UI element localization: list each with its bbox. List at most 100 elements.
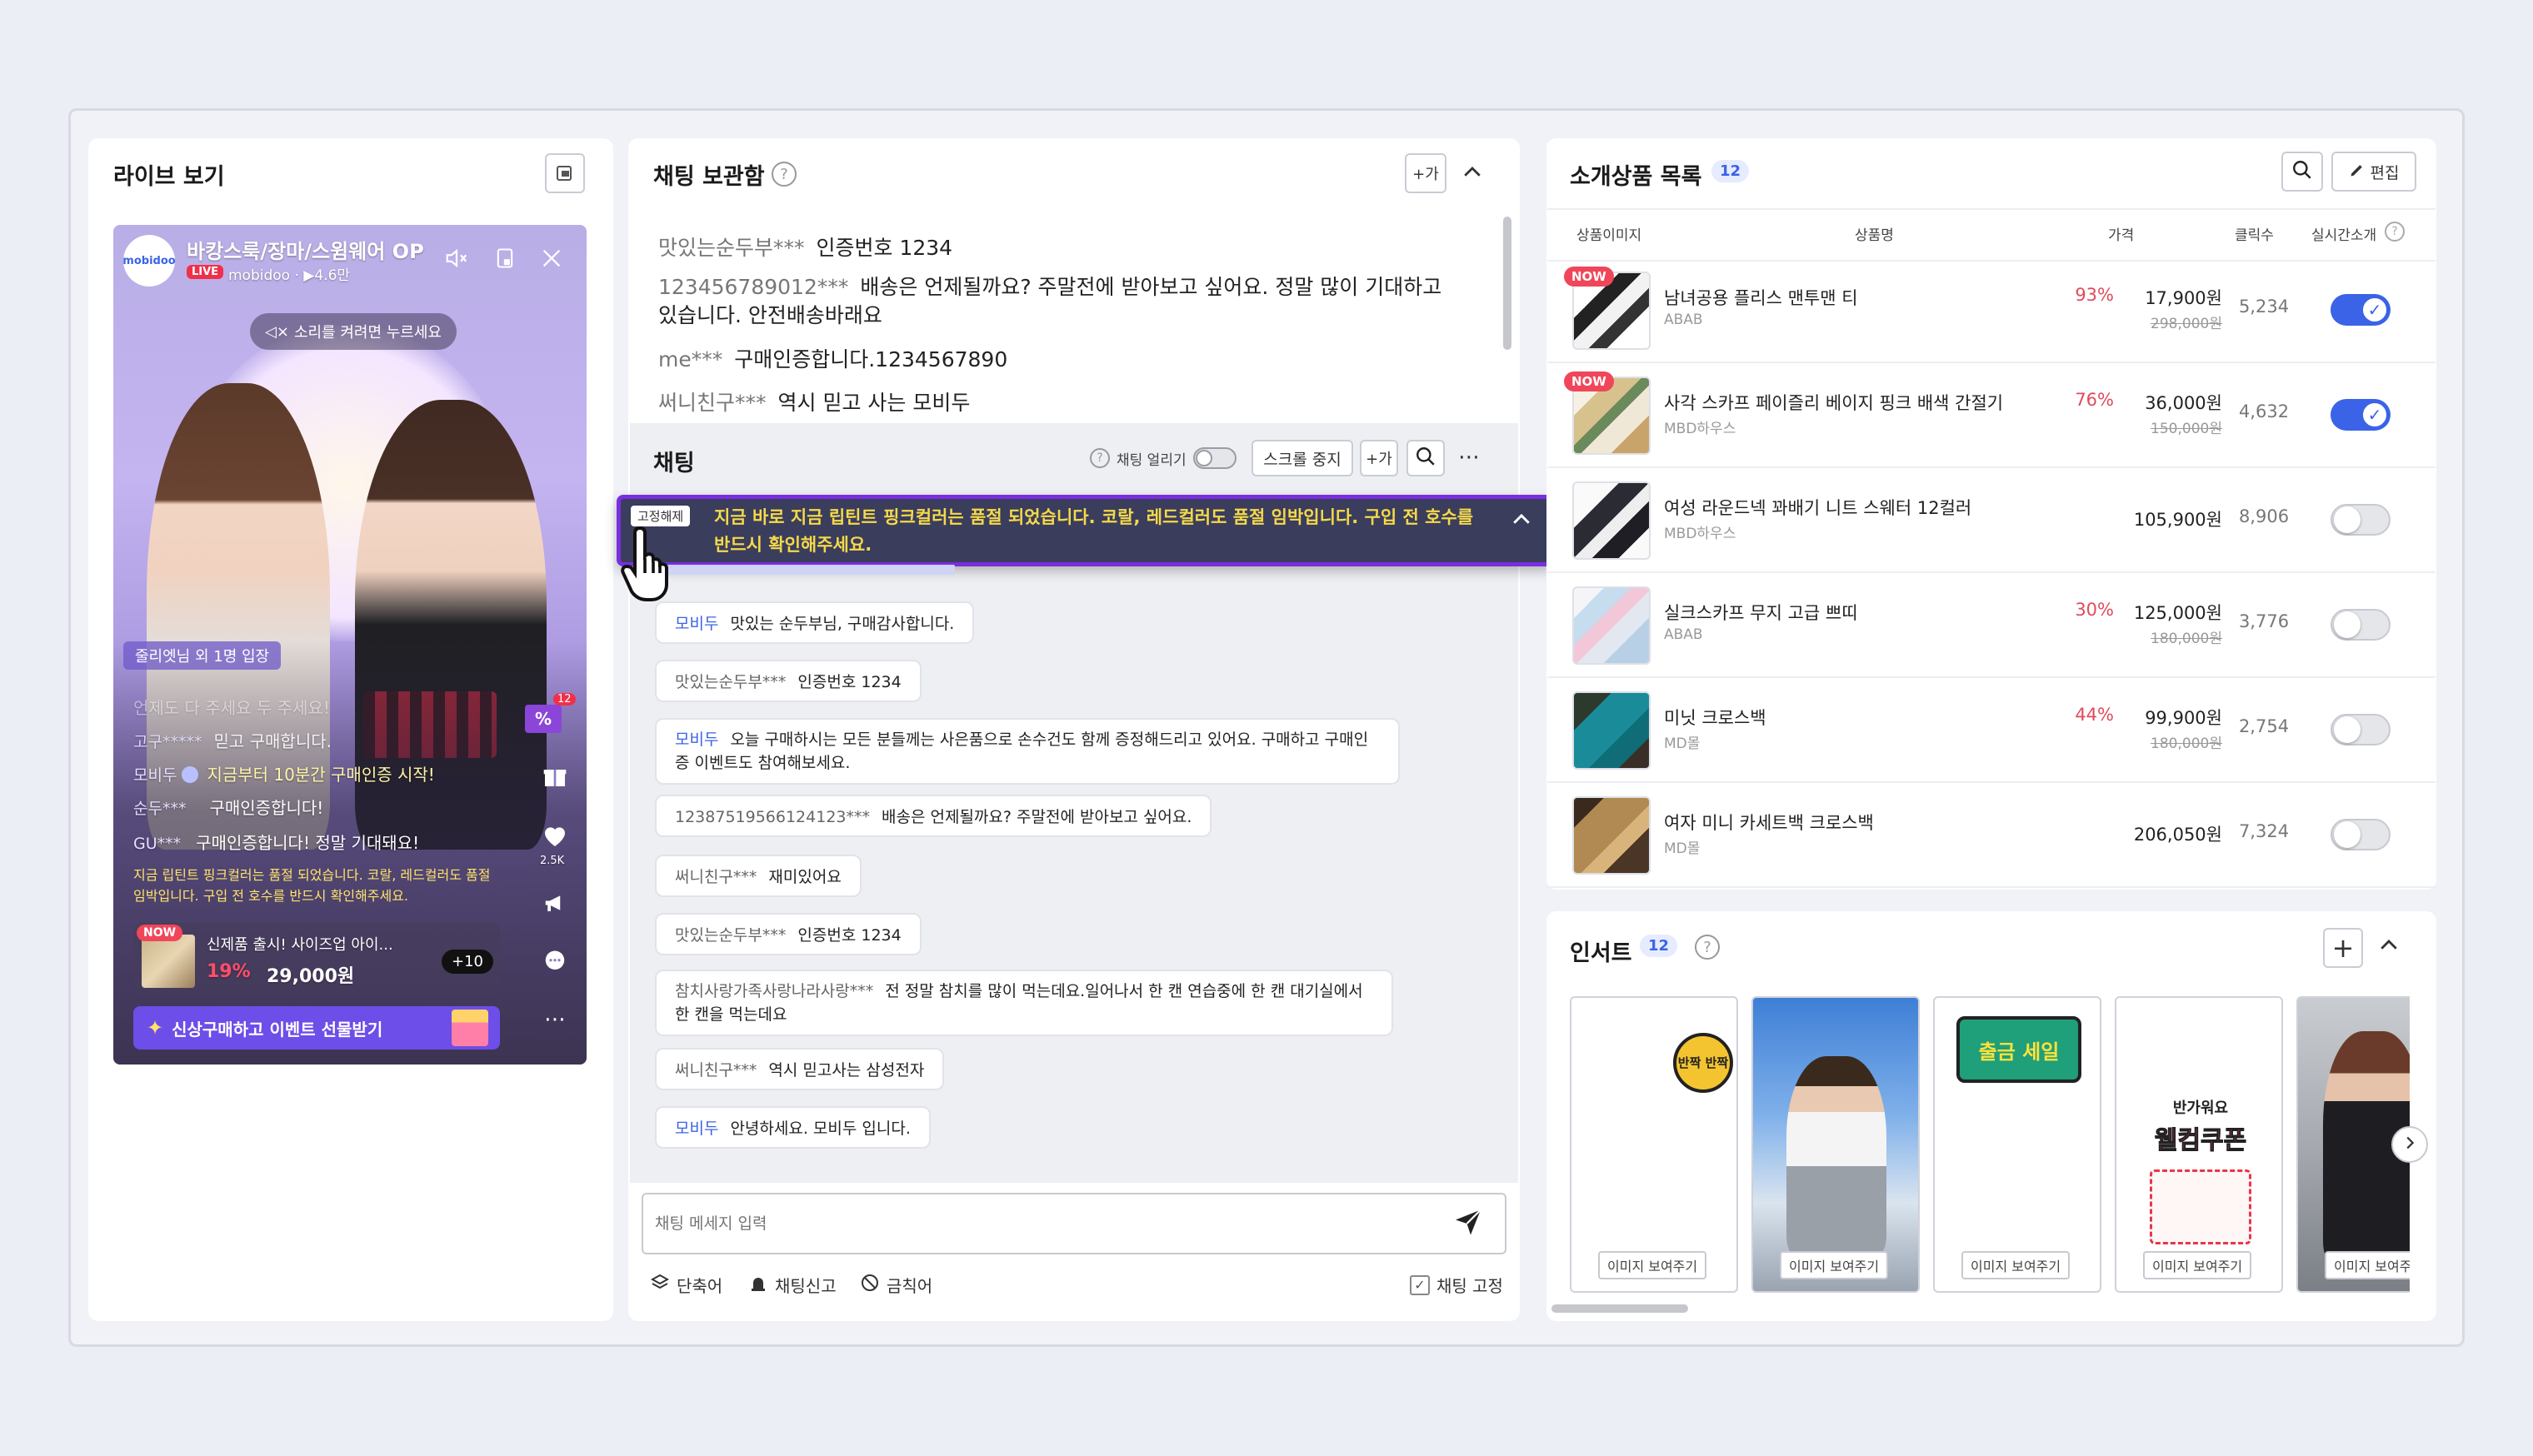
- live-intro-toggle[interactable]: [2331, 609, 2391, 641]
- product-seller: ABAB: [1664, 626, 1703, 643]
- popout-button[interactable]: [545, 153, 585, 193]
- live-intro-toggle[interactable]: ✓: [2331, 399, 2391, 431]
- product-name: 실크스카프 무지 고급 쁘띠: [1664, 603, 1858, 623]
- insert-card[interactable]: 반가워요 웰컴쿠폰 이미지 보여주기: [2115, 996, 2283, 1293]
- chat-search-button[interactable]: [1406, 440, 1445, 476]
- insert-card[interactable]: 반짝 반짝 이미지 보여주기: [1570, 996, 1738, 1293]
- chevron-right-icon: [2401, 1134, 2419, 1155]
- live-product-discount: 19%: [207, 961, 251, 982]
- live-product-card[interactable]: NOW 신제품 출시! 사이즈업 아이... 19% 29,000원 +10: [133, 923, 500, 996]
- live-intro-toggle[interactable]: [2331, 714, 2391, 745]
- collapse-archive-icon[interactable]: [1460, 160, 1490, 190]
- live-meta: mobidoo · ▶4.6만: [228, 267, 351, 284]
- shortcut-button[interactable]: 단축어: [650, 1273, 722, 1297]
- chat-font-size-button[interactable]: +가: [1360, 440, 1398, 476]
- collapse-pinned-icon[interactable]: [1509, 507, 1537, 536]
- plus-icon: +: [2331, 932, 2355, 964]
- coupon-ticket: [2150, 1169, 2251, 1244]
- live-chat-line: 순두*** 구매인증합니다!: [133, 798, 324, 818]
- help-icon[interactable]: ?: [772, 162, 797, 187]
- product-name: 남녀공용 플리스 맨투맨 티: [1664, 288, 1858, 308]
- channel-logo[interactable]: mobidoo: [122, 235, 176, 287]
- chat-more-icon[interactable]: ⋯: [1458, 445, 1480, 470]
- channel-name: 바캉스룩/장마/스윔웨어 OP: [187, 240, 424, 263]
- pencil-icon: [2349, 162, 2366, 182]
- scroll-stop-button[interactable]: 스크롤 중지: [1252, 440, 1353, 476]
- add-insert-button[interactable]: +: [2323, 928, 2363, 968]
- gift-box-icon[interactable]: [537, 758, 573, 795]
- product-image: [1572, 586, 1651, 665]
- now-badge: NOW: [1564, 267, 1614, 287]
- insert-next-button[interactable]: [2391, 1126, 2428, 1163]
- product-seller: MBD하우스: [1664, 421, 1736, 437]
- live-product-title: 신제품 출시! 사이즈업 아이...: [207, 936, 393, 954]
- report-button[interactable]: 채팅신고: [748, 1273, 837, 1297]
- live-product-thumb: [142, 935, 195, 988]
- pin-chat-checkbox[interactable]: ✓ 채팅 고정: [1410, 1273, 1503, 1297]
- freeze-label: 채팅 얼리기: [1117, 452, 1187, 469]
- product-image: [1572, 481, 1651, 560]
- coupon-button[interactable]: % 12: [520, 693, 576, 738]
- live-help-icon[interactable]: ?: [2385, 222, 2405, 242]
- product-discount: 76%: [2075, 390, 2114, 410]
- product-original-price: 298,000원: [2151, 316, 2222, 332]
- send-button[interactable]: [1453, 1206, 1490, 1243]
- close-icon[interactable]: [535, 242, 568, 275]
- product-row[interactable]: NOW 남녀공용 플리스 맨투맨 티 ABAB 93% 17,900원 298,…: [1547, 258, 2436, 363]
- freeze-help-icon[interactable]: ?: [1090, 448, 1110, 468]
- insert-help-icon[interactable]: ?: [1695, 935, 1720, 960]
- edit-products-button[interactable]: 편집: [2331, 152, 2416, 192]
- insert-card[interactable]: 출금 세일 이미지 보여주기: [1933, 996, 2101, 1293]
- pinned-text: 지금 바로 지금 립틴트 핑크컬러는 품절 되었습니다. 코랄, 레드컬러도 품…: [714, 507, 1474, 555]
- product-name: 사각 스카프 페이즐리 베이지 핑크 배색 간절기: [1664, 393, 2004, 413]
- pinned-notice: 고정해제 지금 바로 지금 립틴트 핑크컬러는 품절 되었습니다. 코랄, 레드…: [617, 495, 1553, 566]
- event-cta-button[interactable]: ✦ 신상구매하고 이벤트 선물받기: [133, 1006, 500, 1050]
- comment-icon[interactable]: [537, 943, 573, 980]
- chat-message-input[interactable]: [655, 1204, 1438, 1243]
- more-products-badge[interactable]: +10: [442, 950, 493, 974]
- chat-message: 모비두 안녕하세요. 모비두 입니다.: [655, 1106, 931, 1149]
- forbidden-words-button[interactable]: 금칙어: [860, 1273, 932, 1297]
- chat-message: 모비두 오늘 구매하시는 모든 분들께는 사은품으로 손수건도 함께 증정해드리고…: [655, 718, 1400, 785]
- product-discount: 30%: [2075, 600, 2114, 620]
- live-intro-toggle[interactable]: [2331, 819, 2391, 850]
- show-image-button[interactable]: 이미지 보여주기: [1961, 1251, 2071, 1279]
- product-name: 미닛 크로스백: [1664, 708, 1766, 728]
- megaphone-icon[interactable]: [537, 885, 573, 921]
- search-icon: [1415, 446, 1436, 471]
- mute-icon[interactable]: [440, 242, 473, 275]
- insert-scrollbar[interactable]: [1551, 1304, 1688, 1313]
- coupon-count: 12: [553, 693, 576, 706]
- show-image-button[interactable]: 이미지 보여주기: [2325, 1251, 2410, 1279]
- product-row[interactable]: 여성 라운드넥 꽈배기 니트 스웨터 12컬러 MBD하우스 105,900원 …: [1547, 468, 2436, 573]
- model-photo: [1786, 1056, 1886, 1256]
- product-row[interactable]: 실크스카프 무지 고급 쁘띠 ABAB 30% 125,000원 180,000…: [1547, 573, 2436, 678]
- sticker-welcome-coupon: 웰컴쿠폰: [2154, 1126, 2247, 1156]
- live-video[interactable]: mobidoo 바캉스룩/장마/스윔웨어 OP LIVE mobidoo · ▶…: [113, 225, 587, 1065]
- product-row[interactable]: 여자 미니 카세트백 크로스백 MD몰 206,050원 7,324: [1547, 783, 2436, 888]
- chat-message: 써니친구*** 역시 믿고사는 삼성전자: [655, 1048, 945, 1090]
- heart-icon[interactable]: [537, 818, 573, 855]
- live-chat-line: 모비두 지금부터 10분간 구매인증 시작!: [133, 765, 435, 785]
- show-image-button[interactable]: 이미지 보여주기: [2143, 1251, 2252, 1279]
- product-price: 206,050원: [2133, 825, 2222, 845]
- col-clicks: 클릭수: [2235, 227, 2274, 244]
- product-search-button[interactable]: [2281, 152, 2323, 192]
- more-icon[interactable]: ⋯: [537, 1001, 573, 1038]
- show-image-button[interactable]: 이미지 보여주기: [1598, 1251, 1707, 1279]
- insert-card[interactable]: 이미지 보여주기: [1751, 996, 1920, 1293]
- live-intro-toggle[interactable]: [2331, 504, 2391, 536]
- freeze-toggle[interactable]: [1193, 447, 1237, 469]
- pip-icon[interactable]: [488, 242, 522, 275]
- font-size-button[interactable]: +가: [1405, 153, 1446, 193]
- sound-hint-pill[interactable]: ◁× 소리를 켜려면 누르세요: [250, 313, 457, 350]
- product-row[interactable]: NOW 사각 스카프 페이즐리 베이지 핑크 배색 간절기 MBD하우스 76%…: [1547, 363, 2436, 468]
- live-intro-toggle[interactable]: ✓: [2331, 294, 2391, 326]
- product-price: 125,000원: [2133, 603, 2222, 623]
- show-image-button[interactable]: 이미지 보여주기: [1780, 1251, 1889, 1279]
- product-seller: MBD하우스: [1664, 526, 1736, 542]
- archive-scrollbar[interactable]: [1503, 217, 1511, 350]
- product-row[interactable]: 미닛 크로스백 MD몰 44% 99,900원 180,000원 2,754: [1547, 678, 2436, 783]
- collapse-insert-icon[interactable]: [2376, 933, 2406, 963]
- archive-message: 써니친구*** 역시 믿고 사는 모비두: [658, 391, 971, 415]
